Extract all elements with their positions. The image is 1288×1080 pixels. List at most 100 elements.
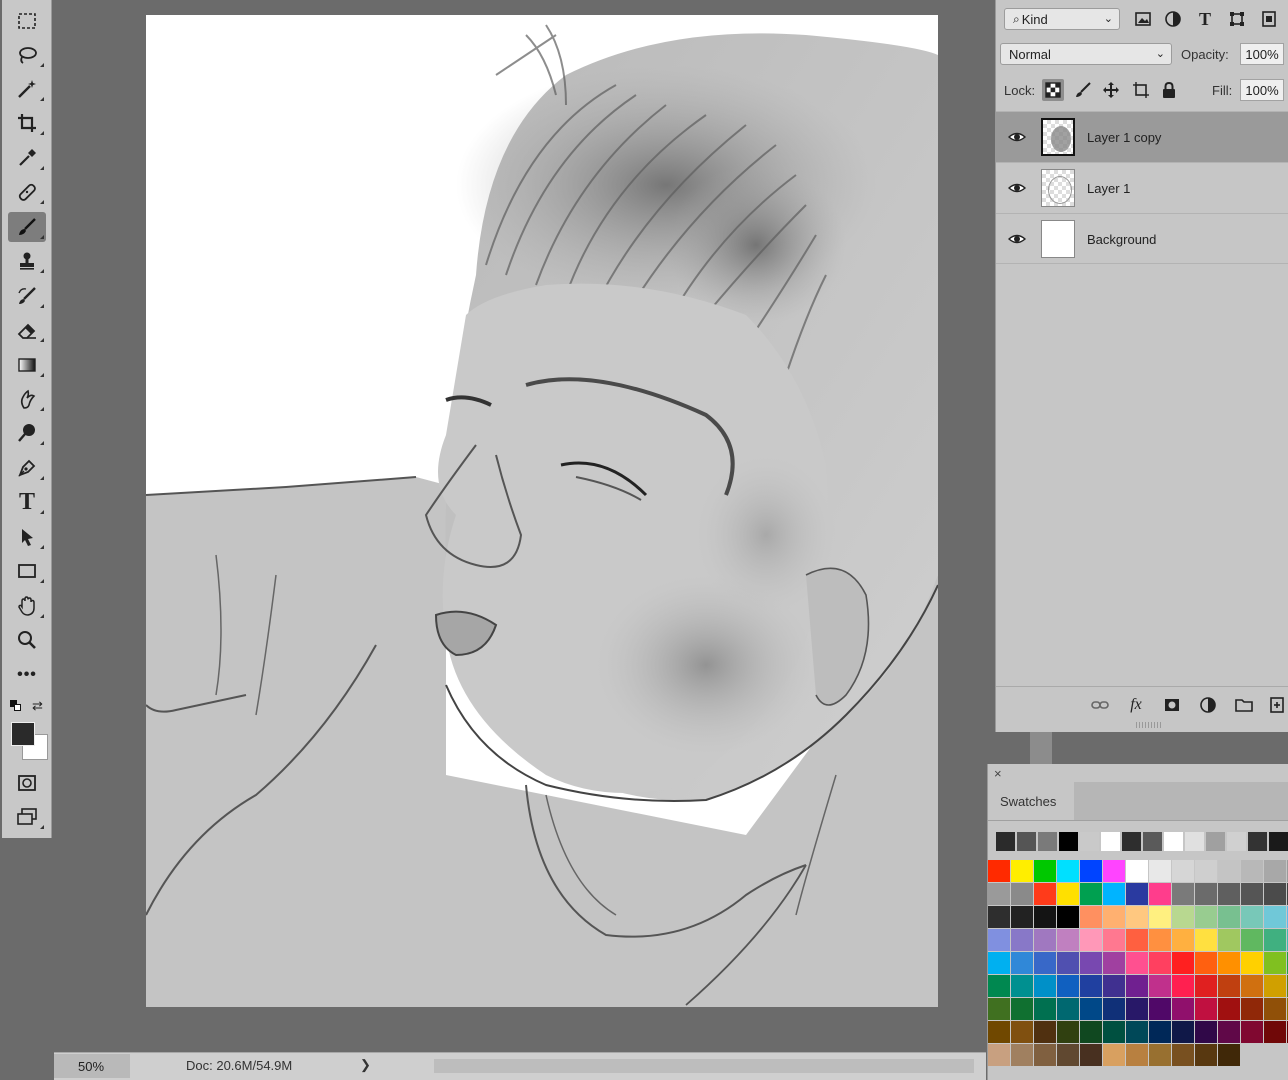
color-swatch[interactable] [1195, 975, 1217, 997]
color-swatch[interactable] [1218, 975, 1240, 997]
filter-shape-button[interactable] [1226, 8, 1248, 30]
eye-icon[interactable] [1008, 230, 1026, 248]
recent-swatch[interactable] [1038, 832, 1057, 851]
color-swatch[interactable] [1218, 952, 1240, 974]
color-swatch[interactable] [1195, 998, 1217, 1020]
filter-smart-object-button[interactable] [1258, 8, 1280, 30]
color-swatch[interactable] [1241, 1021, 1263, 1043]
color-swatch[interactable] [1195, 860, 1217, 882]
color-swatch[interactable] [1011, 1044, 1033, 1066]
horizontal-scrollbar[interactable] [434, 1059, 974, 1073]
fill-input[interactable]: 100% [1240, 79, 1284, 101]
color-swatch[interactable] [1195, 952, 1217, 974]
color-swatch[interactable] [1103, 1044, 1125, 1066]
color-swatch[interactable] [1126, 1021, 1148, 1043]
color-swatch[interactable] [1264, 860, 1286, 882]
rectangular-marquee-tool[interactable] [8, 6, 46, 36]
color-swatch[interactable] [1034, 1044, 1056, 1066]
eyedropper-tool[interactable] [8, 143, 46, 173]
color-swatch[interactable] [1264, 906, 1286, 928]
color-swatch[interactable] [988, 1021, 1010, 1043]
eye-icon[interactable] [1008, 179, 1026, 197]
color-swatch[interactable] [988, 975, 1010, 997]
color-swatch[interactable] [1080, 1021, 1102, 1043]
color-swatch[interactable] [1218, 998, 1240, 1020]
lock-artboard-button[interactable] [1130, 79, 1152, 101]
color-swatch[interactable] [1172, 906, 1194, 928]
color-swatch[interactable] [1195, 906, 1217, 928]
color-swatch[interactable] [1080, 998, 1102, 1020]
color-swatch[interactable] [1103, 883, 1125, 905]
color-swatch[interactable] [1149, 1044, 1171, 1066]
color-swatch[interactable] [1057, 975, 1079, 997]
color-swatch[interactable] [988, 860, 1010, 882]
filter-pixel-button[interactable] [1132, 8, 1154, 30]
brush-tool[interactable] [8, 212, 46, 242]
pen-tool[interactable] [8, 453, 46, 483]
recent-swatch[interactable] [1017, 832, 1036, 851]
color-swatch[interactable] [1057, 929, 1079, 951]
foreground-color-swatch[interactable] [11, 722, 35, 746]
color-swatch[interactable] [1195, 883, 1217, 905]
hand-tool[interactable] [8, 591, 46, 621]
opacity-input[interactable]: 100% [1240, 43, 1284, 65]
color-swatch[interactable] [1080, 883, 1102, 905]
color-swatch[interactable] [1264, 952, 1286, 974]
color-swatch[interactable] [1034, 929, 1056, 951]
dodge-tool[interactable] [8, 418, 46, 448]
color-swatch[interactable] [1126, 952, 1148, 974]
recent-swatch[interactable] [1059, 832, 1078, 851]
document-canvas[interactable] [146, 15, 938, 1007]
layer-row[interactable]: Background [996, 213, 1288, 264]
color-swatch[interactable] [988, 952, 1010, 974]
gradient-tool[interactable] [8, 350, 46, 380]
color-swatch[interactable] [1057, 1044, 1079, 1066]
color-swatch[interactable] [1011, 929, 1033, 951]
default-colors-icon[interactable] [10, 700, 22, 712]
color-swatch[interactable] [1103, 860, 1125, 882]
color-swatch[interactable] [1011, 975, 1033, 997]
layer-row[interactable]: Layer 1 [996, 162, 1288, 213]
color-swatch[interactable] [1103, 929, 1125, 951]
color-swatch[interactable] [1264, 929, 1286, 951]
color-swatch[interactable] [1034, 860, 1056, 882]
blend-mode-select[interactable]: Normal ⌄ [1000, 43, 1172, 65]
new-layer-button[interactable] [1268, 695, 1288, 715]
swap-colors-icon[interactable]: ⇄ [32, 698, 43, 714]
color-swatch[interactable] [1011, 906, 1033, 928]
color-swatch[interactable] [1264, 1021, 1286, 1043]
history-brush-tool[interactable] [8, 281, 46, 311]
path-selection-tool[interactable] [8, 522, 46, 552]
recent-swatch[interactable] [1206, 832, 1225, 851]
color-swatch[interactable] [1103, 952, 1125, 974]
color-swatch[interactable] [1080, 906, 1102, 928]
color-swatch[interactable] [1264, 975, 1286, 997]
filter-type-button[interactable]: T [1194, 8, 1216, 30]
type-tool[interactable]: T [8, 487, 46, 517]
clone-stamp-tool[interactable] [8, 246, 46, 276]
color-swatch[interactable] [1264, 998, 1286, 1020]
color-swatch[interactable] [1126, 975, 1148, 997]
close-icon[interactable]: × [994, 766, 1002, 781]
color-swatch[interactable] [1149, 1021, 1171, 1043]
recent-swatch[interactable] [1101, 832, 1120, 851]
rectangle-tool[interactable] [8, 556, 46, 586]
tab-swatches[interactable]: Swatches [988, 782, 1074, 820]
color-swatch[interactable] [1241, 998, 1263, 1020]
color-swatch[interactable] [1241, 929, 1263, 951]
color-swatch[interactable] [1126, 860, 1148, 882]
color-swatch[interactable] [1195, 1021, 1217, 1043]
color-swatch[interactable] [1149, 860, 1171, 882]
smudge-tool[interactable] [8, 384, 46, 414]
status-menu-arrow-icon[interactable]: ❯ [360, 1057, 371, 1073]
color-swatch[interactable] [1126, 929, 1148, 951]
color-swatch[interactable] [1080, 952, 1102, 974]
new-group-button[interactable] [1234, 695, 1254, 715]
color-swatch[interactable] [1103, 1021, 1125, 1043]
zoom-level-field[interactable]: 50% [54, 1054, 130, 1078]
color-swatch[interactable] [1172, 883, 1194, 905]
color-swatch[interactable] [1172, 975, 1194, 997]
color-swatch[interactable] [988, 998, 1010, 1020]
recent-swatch[interactable] [1185, 832, 1204, 851]
zoom-tool[interactable] [8, 625, 46, 655]
